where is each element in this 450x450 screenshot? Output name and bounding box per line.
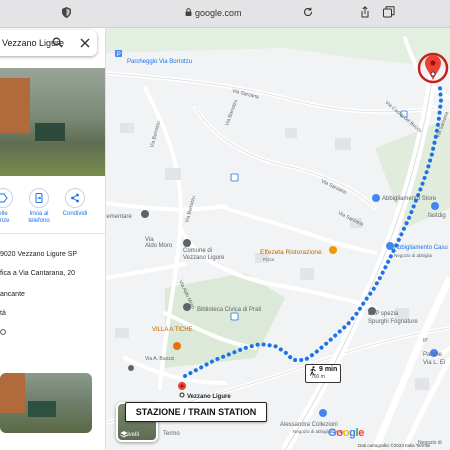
info-row: ancante bbox=[0, 291, 25, 298]
store-icon bbox=[319, 409, 327, 417]
place-panel: elle anze Invia al telefono Condividi 90… bbox=[0, 28, 106, 450]
map-label-origin: Vezzano Ligure bbox=[187, 394, 231, 400]
walking-duration-badge[interactable]: 9 min 700 m bbox=[305, 364, 341, 383]
map-label-library: Biblioteca Civica di Prati bbox=[197, 307, 261, 313]
info-row: fica a Via Cantarana, 20 bbox=[0, 270, 75, 277]
info-icon bbox=[0, 329, 6, 335]
map-label-store: Abbigliamento Casu bbox=[394, 245, 448, 251]
info-text: tà bbox=[0, 310, 6, 317]
tabs-icon[interactable] bbox=[383, 6, 395, 18]
share-icon[interactable] bbox=[360, 6, 370, 18]
store-icon bbox=[386, 242, 394, 250]
action-label: elle anze bbox=[0, 211, 10, 224]
action-label: Condividi bbox=[62, 211, 88, 217]
address-row[interactable]: 9020 Vezzano Ligure SP bbox=[0, 251, 77, 258]
info-text: fica a Via Cantarana, 20 bbox=[0, 270, 75, 277]
map-label-sub: Negozio di abbiglia bbox=[394, 253, 433, 258]
share-button[interactable]: Condividi bbox=[60, 188, 90, 218]
reload-icon[interactable] bbox=[303, 7, 313, 17]
shield-icon[interactable] bbox=[62, 7, 71, 18]
map-label-villa: VILLA A TICHE bbox=[152, 327, 193, 333]
map-label-ip: IP bbox=[423, 338, 428, 344]
info-text: ancante bbox=[0, 291, 25, 298]
map-label-townhall: Comune di bbox=[183, 248, 212, 254]
send-to-phone-button[interactable]: Invia al telefono bbox=[24, 188, 54, 225]
destination-pin-icon bbox=[417, 52, 449, 84]
town-hall-icon bbox=[183, 239, 191, 247]
browser-toolbar: google.com bbox=[0, 0, 450, 28]
map-label-parking: Via L. Ei bbox=[423, 360, 445, 366]
map-label-service: Spurghi Fognature bbox=[368, 319, 418, 325]
map-label-street: Termo bbox=[163, 431, 180, 437]
divider bbox=[0, 233, 105, 234]
label-icon bbox=[0, 193, 8, 203]
map-label-street: Via A. Buozzi bbox=[145, 356, 174, 362]
origin-pin-icon bbox=[178, 382, 186, 398]
station-caption: STAZIONE / TRAIN STATION bbox=[125, 402, 267, 422]
map-label-sub: Pizza bbox=[263, 257, 275, 262]
map-attribution: Dati cartografici ©2023 Italia Termini bbox=[358, 443, 431, 448]
gate-image bbox=[35, 123, 65, 141]
store-icon bbox=[372, 194, 380, 202]
map-label-street: Via Borrotzu bbox=[224, 99, 239, 127]
close-icon[interactable] bbox=[80, 38, 90, 48]
place-photo[interactable] bbox=[0, 68, 105, 176]
map-label-parking: Parche bbox=[423, 352, 443, 358]
map-label-street: Aldo Moro bbox=[145, 243, 173, 249]
map-canvas[interactable]: P Parcheggio Via Borrotzu Via Sarzana Vi… bbox=[105, 28, 450, 450]
share-icon bbox=[71, 193, 79, 203]
map-label-store: fastdig bbox=[428, 213, 446, 219]
map-label-street: Via Castel del Bocco bbox=[384, 100, 423, 134]
school-icon bbox=[141, 210, 149, 218]
info-row: tà bbox=[0, 310, 6, 317]
map-label-parking: Parcheggio Via Borrotzu bbox=[127, 59, 192, 65]
map-label-street: Via Borrotzu bbox=[149, 120, 162, 148]
map-label-service: LAP spezia bbox=[368, 311, 399, 317]
bus-stop-icon bbox=[230, 312, 239, 321]
point-icon bbox=[128, 365, 134, 371]
address-text: 9020 Vezzano Ligure SP bbox=[0, 251, 78, 258]
map-svg: P Parcheggio Via Borrotzu Via Sarzana Vi… bbox=[105, 28, 450, 450]
house-image bbox=[0, 78, 30, 133]
url-field[interactable]: google.com bbox=[195, 8, 242, 18]
info-row bbox=[0, 329, 6, 337]
send-to-phone-icon bbox=[35, 193, 43, 203]
layers-label: Livelli bbox=[124, 432, 140, 438]
save-label-button[interactable]: elle anze bbox=[0, 188, 18, 225]
walking-time: 9 min bbox=[319, 366, 338, 373]
action-label: Invia al telefono bbox=[28, 211, 50, 224]
google-logo: Google bbox=[328, 427, 365, 439]
lock-icon bbox=[185, 8, 192, 16]
villa-icon bbox=[173, 342, 181, 350]
map-label-school: lementare bbox=[105, 214, 132, 220]
restaurant-icon bbox=[329, 246, 337, 254]
map-label-townhall: Vezzano Ligure bbox=[183, 255, 225, 261]
place-photo-thumbnail[interactable] bbox=[0, 373, 92, 433]
store-icon bbox=[431, 202, 439, 210]
search-icon[interactable] bbox=[52, 37, 63, 48]
walking-distance: 700 m bbox=[311, 374, 325, 380]
search-box[interactable]: Vezzano Ligure bbox=[0, 30, 97, 56]
action-bar: elle anze Invia al telefono Condividi bbox=[0, 188, 105, 232]
map-label-restaurant: Effezeta Ristorazione bbox=[260, 249, 322, 256]
gate-image bbox=[28, 401, 56, 417]
bus-stop-icon bbox=[230, 173, 239, 182]
svg-text:P: P bbox=[117, 52, 121, 58]
parking-icon: P bbox=[115, 50, 122, 58]
map-label-store: Abbigliamento Store bbox=[382, 196, 437, 202]
house-image bbox=[0, 373, 25, 413]
